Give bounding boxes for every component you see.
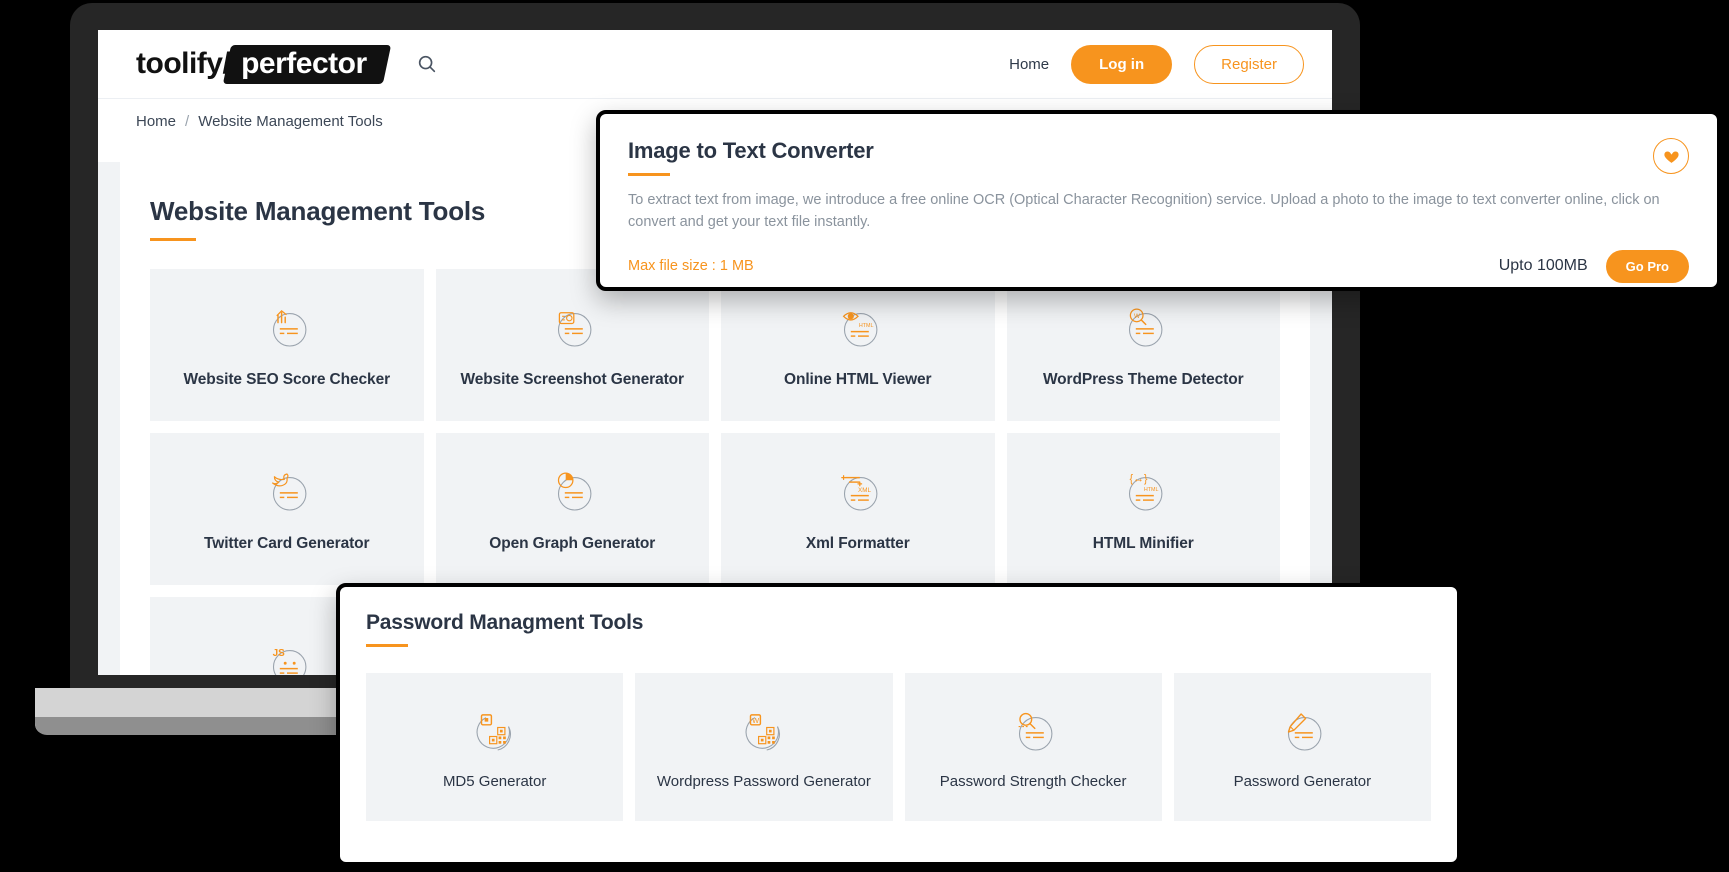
tool-label: Online HTML Viewer [784,371,932,388]
password-tools-panel: Password Managment Tools MD5 Generator W… [336,583,1461,866]
screenshot-camera-icon [558,312,592,347]
panel-header-row: Image to Text Converter [628,138,1689,176]
heart-icon[interactable] [1653,138,1689,174]
xml-format-icon: XML [840,475,878,511]
password-tools-grid: MD5 Generator W Wordpress Password Gener… [366,673,1431,821]
html-eye-viewer-icon: HTML [842,312,878,347]
panel-description: To extract text from image, we introduce… [628,192,1660,230]
login-button[interactable]: Log in [1071,44,1173,84]
tool-label: Twitter Card Generator [204,535,370,552]
tool-card-wordpress-theme-detector[interactable]: W WordPress Theme Detector [1006,269,1280,421]
tool-label: Xml Formatter [805,535,910,552]
max-file-size-label: Max file size : 1 MB [628,258,754,274]
seo-score-chart-icon [272,310,307,347]
tool-card-xml-formatter[interactable]: XML Xml Formatter [721,433,995,585]
tool-card-password-strength-checker[interactable]: Password Strength Checker [904,673,1162,821]
twitter-bird-icon [271,473,307,511]
panel-title: Image to Text Converter [628,138,874,163]
panel-title-underline [628,173,670,176]
tool-card-twitter-card-generator[interactable]: Twitter Card Generator [150,433,424,585]
tool-card-md5-generator[interactable]: MD5 Generator [366,673,624,821]
heart-glyph [1663,151,1679,163]
upto-label: Upto 100MB [1498,257,1588,274]
svg-text:XML: XML [858,487,871,494]
site-logo[interactable]: toolify / perfector [136,44,391,84]
register-button[interactable]: Register [1194,44,1304,84]
tool-label: Password Generator [1233,772,1372,790]
tool-label: HTML Minifier [1092,535,1194,552]
tool-label: Open Graph Generator [489,535,656,552]
image-to-text-panel: Image to Text Converter To extract text … [596,110,1721,291]
go-pro-button[interactable]: Go Pro [1605,249,1689,283]
tool-label: Password Strength Checker [939,772,1127,790]
tool-card-html-minifier[interactable]: {↔} HTML HTML Minifier [1006,433,1280,585]
tool-label: WordPress Theme Detector [1042,371,1244,388]
site-header: toolify / perfector Home Log in Register [98,30,1332,98]
tool-card-website-seo-score-checker[interactable]: Website SEO Score Checker [150,269,424,421]
tool-card-open-graph-generator[interactable]: Open Graph Generator [435,433,709,585]
panel-footer: Max file size : 1 MB Upto 100MB Go Pro [628,249,1689,283]
panel-title-group: Image to Text Converter [628,138,874,176]
wordpress-magnifier-icon: W [1129,308,1163,347]
tool-card-online-html-viewer[interactable]: HTML Online HTML Viewer [721,269,995,421]
svg-text:W: W [752,716,759,725]
title-underline [150,238,196,241]
svg-text:{↔}: {↔} [1130,473,1148,485]
svg-text:W: W [1134,313,1140,320]
tool-card-website-screenshot-generator[interactable]: Website Screenshot Generator [435,269,709,421]
logo-badge: perfector [222,44,391,84]
breadcrumb-current: Website Management Tools [198,113,383,130]
js-obfuscator-icon: JS [272,648,307,675]
breadcrumb-home[interactable]: Home [136,113,176,130]
html-minify-braces-icon: {↔} HTML [1129,473,1163,511]
logo-text-primary: toolify [136,47,223,80]
search-icon[interactable] [416,53,438,75]
tool-label: MD5 Generator [442,772,547,790]
tool-label: Website Screenshot Generator [460,371,685,388]
screenshot-stage: toolify / perfector Home Log in Register… [0,0,1729,872]
open-graph-pie-icon [558,472,592,511]
panel-footer-right: Upto 100MB Go Pro [1498,249,1689,283]
password-pencil-icon [1288,712,1322,751]
nav-link-home[interactable]: Home [1009,56,1049,73]
tool-label: Wordpress Password Generator [656,772,871,790]
tool-card-wordpress-password-generator[interactable]: W Wordpress Password Generator [635,673,893,821]
md5-qr-icon [476,713,511,751]
svg-text:HTML: HTML [1144,487,1159,493]
password-magnifier-icon [1018,712,1053,751]
wordpress-qr-icon: W [745,713,780,751]
header-nav: Home Log in Register [1009,44,1304,84]
password-panel-title: Password Managment Tools [366,611,644,634]
password-panel-underline [366,644,408,647]
tool-label: Website SEO Score Checker [183,371,391,388]
breadcrumb-separator: / [185,113,190,130]
tool-card-password-generator[interactable]: Password Generator [1173,673,1431,821]
logo-text-secondary: perfector [240,46,367,80]
svg-text:HTML: HTML [859,323,874,329]
svg-text:JS: JS [272,648,284,659]
